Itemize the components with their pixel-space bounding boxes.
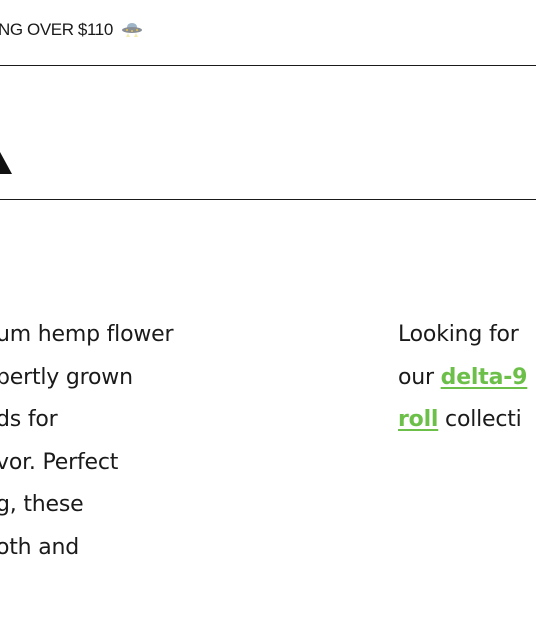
description-line: vor. Perfect [0,449,119,475]
description-line: um hemp flower [0,322,174,347]
related-line-2: our delta-9 [398,357,527,400]
related-line-2-prefix: our [398,364,441,390]
related-line-1: Looking for [398,322,519,347]
product-description: um hemp flower pertly grown ds for vor. … [0,314,216,569]
related-collections: Looking for our delta-9 roll collecti [398,314,527,442]
description-line: g, these [0,492,84,517]
related-line-3: roll collecti [398,399,527,442]
announcement-text-wrap: NG OVER $110 [0,20,143,40]
site-header [0,66,536,200]
announcement-text: NG OVER $110 [0,20,113,39]
delta-9-link[interactable]: delta-9 [441,365,528,390]
related-line-3-suffix: collecti [438,407,522,432]
announcement-bar: NG OVER $110 [0,0,536,66]
description-line: ds for [0,407,58,432]
pre-roll-link[interactable]: roll [398,407,438,432]
description-line: pertly grown [0,364,133,390]
triangle-logo-icon[interactable] [0,152,12,174]
description-line: oth and [0,534,80,560]
ufo-icon [122,23,143,37]
